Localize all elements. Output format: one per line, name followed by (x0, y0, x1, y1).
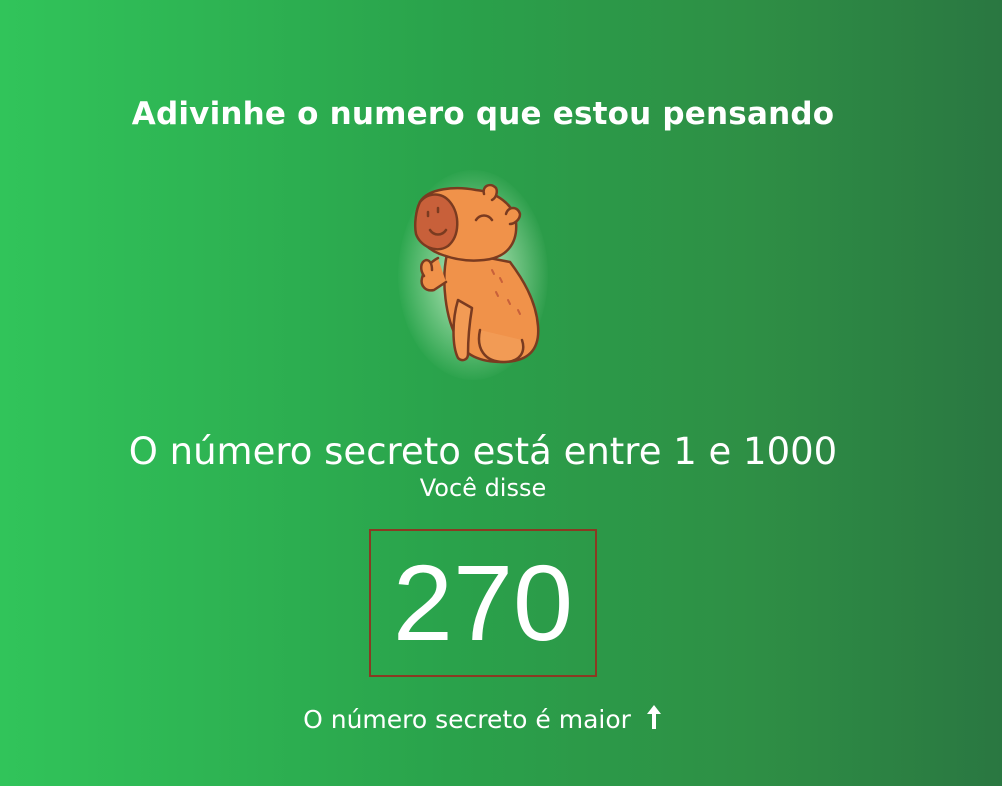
arrow-up-icon (646, 705, 661, 729)
page-title: Adivinhe o numero que estou pensando (131, 96, 835, 132)
result-text: O número secreto é maior (303, 705, 631, 734)
guess-value: 270 (392, 542, 574, 663)
guess-display: 270 (369, 529, 597, 677)
result-message: O número secreto é maior (0, 703, 966, 734)
mascot-container (380, 150, 570, 400)
game-page: Adivinhe o numero que estou pensando O n… (0, 0, 1002, 786)
you-said-label: Você disse (419, 474, 547, 502)
range-hint: O número secreto está entre 1 e 1000 (128, 430, 838, 473)
capybara-thumbs-up-icon (413, 183, 540, 364)
